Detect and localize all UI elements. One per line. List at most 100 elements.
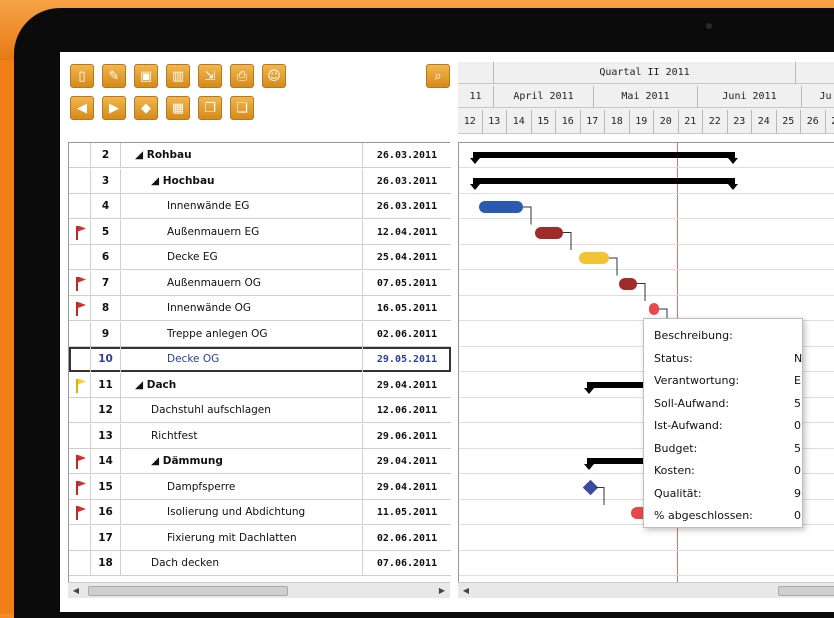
task-start-date[interactable]: 29.04.2011 xyxy=(363,475,451,500)
task-row[interactable]: 9 Treppe anlegen OG 02.06.2011 xyxy=(69,321,451,347)
dependency-line xyxy=(523,206,532,225)
dependency-line xyxy=(637,283,646,301)
task-start-date[interactable]: 29.04.2011 xyxy=(363,373,451,398)
task-row[interactable]: 18 Dach decken 07.06.2011 xyxy=(69,551,451,576)
new-document-button[interactable]: ▯ xyxy=(70,64,94,88)
tooltip-label: Soll-Aufwand: xyxy=(654,396,730,410)
task-start-date[interactable]: 11.05.2011 xyxy=(363,500,451,525)
task-name[interactable]: Richtfest xyxy=(121,423,363,449)
task-row[interactable]: 16 Isolierung und Abdichtung 11.05.2011 xyxy=(69,500,451,525)
task-start-date[interactable]: 25.04.2011 xyxy=(363,245,451,270)
task-row[interactable]: 10 Decke OG 29.05.2011 xyxy=(69,347,451,372)
task-start-date[interactable]: 12.06.2011 xyxy=(363,398,451,423)
task-name[interactable]: Dachstuhl aufschlagen xyxy=(121,398,363,423)
tooltip-value: E xyxy=(794,374,801,387)
milestone-button[interactable]: ◆ xyxy=(134,96,158,120)
grid-horizontal-scrollbar[interactable]: ◀ ▶ xyxy=(68,582,450,598)
users-button[interactable]: ☺ xyxy=(262,64,286,88)
task-start-date[interactable]: 12.04.2011 xyxy=(363,220,451,245)
arrow-left-icon: ◀ xyxy=(77,100,87,116)
task-name[interactable]: Fixierung mit Dachlatten xyxy=(121,525,363,551)
scroll-left-icon[interactable]: ◀ xyxy=(68,583,84,599)
task-name[interactable]: ◢ Rohbau xyxy=(121,143,363,168)
week-label: 14 xyxy=(507,110,532,134)
task-row[interactable]: 6 Decke EG 25.04.2011 xyxy=(69,245,451,270)
week-label: 18 xyxy=(605,110,630,134)
arrow-right-button[interactable]: ▶ xyxy=(102,96,126,120)
task-name[interactable]: Außenmauern OG xyxy=(121,270,363,296)
task-row[interactable]: 7 Außenmauern OG 07.05.2011 xyxy=(69,270,451,296)
tooltip-value: 5 xyxy=(794,396,801,410)
week-label: 25 xyxy=(777,110,801,134)
tooltip-row: Budget: 5 xyxy=(654,438,802,460)
arrow-right-icon: ▶ xyxy=(109,100,119,116)
task-name[interactable]: ◢ Dach xyxy=(121,372,363,398)
task-row[interactable]: 3 ◢ Hochbau 26.03.2011 xyxy=(69,168,451,194)
task-name[interactable]: Innenwände EG xyxy=(121,194,363,219)
timeline-week-row: 12131415161718192021222324252627 xyxy=(458,110,834,134)
flag-icon xyxy=(76,225,78,240)
task-row[interactable]: 4 Innenwände EG 26.03.2011 xyxy=(69,194,451,219)
task-row[interactable]: 13 Richtfest 29.06.2011 xyxy=(69,423,451,449)
task-row[interactable]: 8 Innenwände OG 16.05.2011 xyxy=(69,296,451,321)
task-name[interactable]: Dampfsperre xyxy=(121,474,363,500)
flag-cell xyxy=(69,270,91,296)
week-label: 19 xyxy=(630,110,654,134)
task-start-date[interactable]: 02.06.2011 xyxy=(363,526,451,551)
save-button[interactable]: ▣ xyxy=(134,64,158,88)
tooltip-label: Budget: xyxy=(654,441,698,455)
tooltip-label: Qualität: xyxy=(654,486,702,500)
tooltip-row: Kosten: 0 xyxy=(654,460,802,482)
scroll-thumb[interactable] xyxy=(778,586,834,596)
task-row[interactable]: 2 ◢ Rohbau 26.03.2011 xyxy=(69,143,451,168)
task-name[interactable]: Isolierung und Abdichtung xyxy=(121,500,363,525)
task-start-date[interactable]: 02.06.2011 xyxy=(363,322,451,347)
tooltip-row: Soll-Aufwand: 5 xyxy=(654,393,802,415)
task-row[interactable]: 12 Dachstuhl aufschlagen 12.06.2011 xyxy=(69,398,451,423)
scroll-right-icon[interactable]: ▶ xyxy=(434,583,450,599)
task-start-date[interactable]: 29.04.2011 xyxy=(363,449,451,474)
task-start-date[interactable]: 16.05.2011 xyxy=(363,296,451,321)
task-name[interactable]: Treppe anlegen OG xyxy=(121,321,363,347)
task-start-date[interactable]: 26.03.2011 xyxy=(363,143,451,168)
task-name[interactable]: Innenwände OG xyxy=(121,296,363,321)
task-row[interactable]: 5 Außenmauern EG 12.04.2011 xyxy=(69,219,451,245)
task-row[interactable]: 15 Dampfsperre 29.04.2011 xyxy=(69,474,451,500)
edit-pencil-button[interactable]: ✎ xyxy=(102,64,126,88)
task-start-date[interactable]: 29.06.2011 xyxy=(363,424,451,449)
paste-button[interactable]: ❑ xyxy=(230,96,254,120)
month-label: Mai 2011 xyxy=(594,86,698,108)
task-start-date[interactable]: 26.03.2011 xyxy=(363,194,451,219)
task-number: 8 xyxy=(91,296,121,321)
task-row[interactable]: 17 Fixierung mit Dachlatten 02.06.2011 xyxy=(69,525,451,551)
task-name[interactable]: Decke OG xyxy=(121,347,363,372)
delete-button[interactable]: ▥ xyxy=(166,64,190,88)
task-name[interactable]: ◢ Dämmung xyxy=(121,449,363,474)
scroll-thumb[interactable] xyxy=(88,586,288,596)
arrow-left-button[interactable]: ◀ xyxy=(70,96,94,120)
scroll-left-icon[interactable]: ◀ xyxy=(458,583,474,599)
task-name[interactable]: Decke EG xyxy=(121,245,363,270)
week-label: 12 xyxy=(458,110,483,134)
task-row[interactable]: 14 ◢ Dämmung 29.04.2011 xyxy=(69,449,451,474)
chart-horizontal-scrollbar[interactable]: ◀ xyxy=(458,582,834,598)
task-number: 15 xyxy=(91,474,121,500)
task-tooltip: Beschreibung: Status: N Verantwortung: E Soll… xyxy=(643,318,803,528)
tooltip-value: N xyxy=(794,351,803,365)
task-start-date[interactable]: 07.06.2011 xyxy=(363,551,451,576)
export-button[interactable]: ⇲ xyxy=(198,64,222,88)
task-name[interactable]: Dach decken xyxy=(121,551,363,576)
tooltip-value: 5 xyxy=(794,441,801,455)
task-name[interactable]: Außenmauern EG xyxy=(121,219,363,245)
task-start-date[interactable]: 29.05.2011 xyxy=(363,347,451,372)
copy-button[interactable]: ❐ xyxy=(198,96,222,120)
task-name[interactable]: ◢ Hochbau xyxy=(121,168,363,194)
month-label: Ju xyxy=(802,86,834,108)
grid-button[interactable]: ▦ xyxy=(166,96,190,120)
zoom-button[interactable]: ⌕ xyxy=(426,64,450,88)
tooltip-value: 0 xyxy=(794,509,801,522)
task-start-date[interactable]: 07.05.2011 xyxy=(363,271,451,296)
print-button[interactable]: ⎙ xyxy=(230,64,254,88)
task-start-date[interactable]: 26.03.2011 xyxy=(363,169,451,194)
task-row[interactable]: 11 ◢ Dach 29.04.2011 xyxy=(69,372,451,398)
